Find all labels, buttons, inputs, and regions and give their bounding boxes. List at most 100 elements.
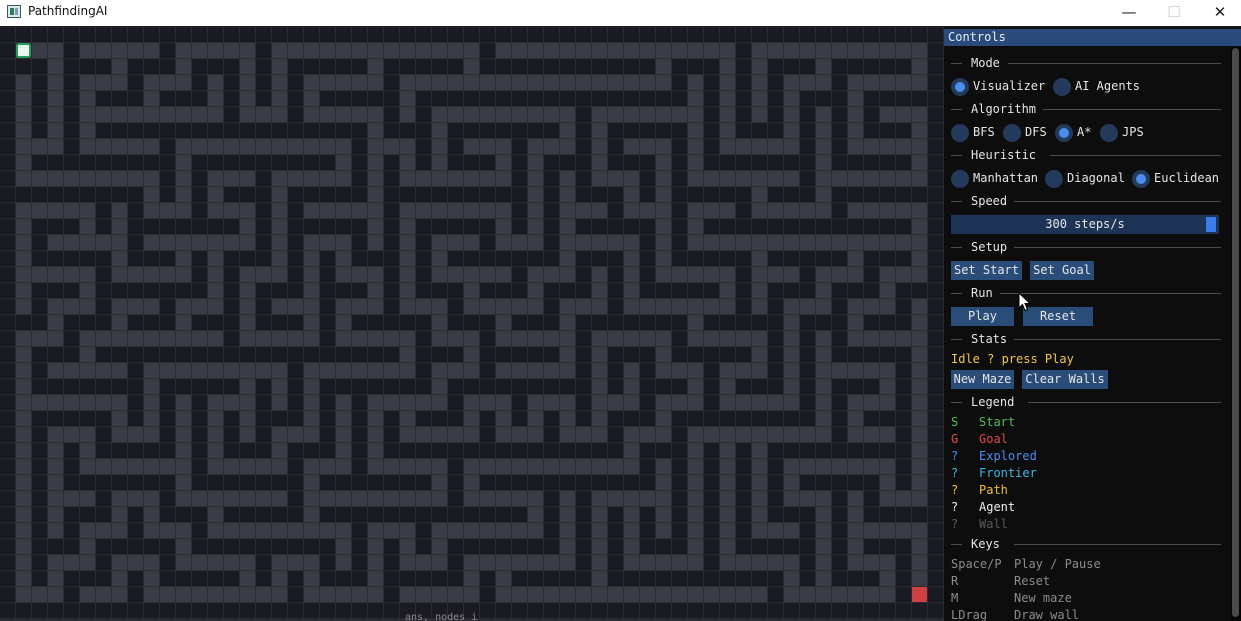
floor-cell[interactable] — [784, 427, 799, 442]
wall-cell[interactable] — [352, 459, 367, 474]
wall-cell[interactable] — [416, 347, 431, 362]
wall-cell[interactable] — [32, 219, 47, 234]
wall-cell[interactable] — [128, 91, 143, 106]
wall-cell[interactable] — [160, 251, 175, 266]
floor-cell[interactable] — [688, 219, 703, 234]
wall-cell[interactable] — [224, 315, 239, 330]
floor-cell[interactable] — [624, 283, 639, 298]
wall-cell[interactable] — [656, 379, 671, 394]
wall-cell[interactable] — [576, 395, 591, 410]
floor-cell[interactable] — [432, 139, 447, 154]
wall-cell[interactable] — [736, 283, 751, 298]
floor-cell[interactable] — [176, 459, 191, 474]
floor-cell[interactable] — [192, 587, 207, 602]
wall-cell[interactable] — [768, 155, 783, 170]
wall-cell[interactable] — [496, 443, 511, 458]
floor-cell[interactable] — [112, 219, 127, 234]
wall-cell[interactable] — [288, 123, 303, 138]
wall-cell[interactable] — [480, 443, 495, 458]
floor-cell[interactable] — [624, 443, 639, 458]
floor-cell[interactable] — [896, 203, 911, 218]
floor-cell[interactable] — [48, 59, 63, 74]
wall-cell[interactable] — [0, 235, 15, 250]
wall-cell[interactable] — [480, 219, 495, 234]
floor-cell[interactable] — [16, 283, 31, 298]
wall-cell[interactable] — [464, 187, 479, 202]
floor-cell[interactable] — [848, 75, 863, 90]
floor-cell[interactable] — [288, 171, 303, 186]
floor-cell[interactable] — [64, 395, 79, 410]
wall-cell[interactable] — [160, 315, 175, 330]
floor-cell[interactable] — [336, 171, 351, 186]
wall-cell[interactable] — [160, 59, 175, 74]
wall-cell[interactable] — [768, 59, 783, 74]
floor-cell[interactable] — [192, 235, 207, 250]
floor-cell[interactable] — [512, 235, 527, 250]
floor-cell[interactable] — [48, 91, 63, 106]
floor-cell[interactable] — [16, 539, 31, 554]
floor-cell[interactable] — [448, 331, 463, 346]
wall-cell[interactable] — [896, 443, 911, 458]
floor-cell[interactable] — [112, 363, 127, 378]
floor-cell[interactable] — [848, 411, 863, 426]
floor-cell[interactable] — [912, 523, 927, 538]
floor-cell[interactable] — [672, 43, 687, 58]
floor-cell[interactable] — [144, 91, 159, 106]
wall-cell[interactable] — [32, 459, 47, 474]
floor-cell[interactable] — [144, 587, 159, 602]
floor-cell[interactable] — [416, 427, 431, 442]
wall-cell[interactable] — [448, 571, 463, 586]
wall-cell[interactable] — [752, 155, 767, 170]
wall-cell[interactable] — [640, 235, 655, 250]
floor-cell[interactable] — [48, 459, 63, 474]
floor-cell[interactable] — [336, 587, 351, 602]
floor-cell[interactable] — [48, 395, 63, 410]
wall-cell[interactable] — [768, 491, 783, 506]
wall-cell[interactable] — [144, 251, 159, 266]
floor-cell[interactable] — [368, 395, 383, 410]
wall-cell[interactable] — [880, 315, 895, 330]
wall-cell[interactable] — [288, 107, 303, 122]
floor-cell[interactable] — [272, 443, 287, 458]
floor-cell[interactable] — [352, 587, 367, 602]
floor-cell[interactable] — [720, 139, 735, 154]
wall-cell[interactable] — [800, 475, 815, 490]
wall-cell[interactable] — [624, 91, 639, 106]
wall-cell[interactable] — [800, 395, 815, 410]
floor-cell[interactable] — [656, 491, 671, 506]
wall-cell[interactable] — [352, 315, 367, 330]
floor-cell[interactable] — [560, 139, 575, 154]
wall-cell[interactable] — [0, 347, 15, 362]
wall-cell[interactable] — [448, 475, 463, 490]
floor-cell[interactable] — [640, 107, 655, 122]
wall-cell[interactable] — [272, 475, 287, 490]
wall-cell[interactable] — [752, 539, 767, 554]
wall-cell[interactable] — [768, 107, 783, 122]
wall-cell[interactable] — [0, 395, 15, 410]
floor-cell[interactable] — [464, 331, 479, 346]
floor-cell[interactable] — [672, 107, 687, 122]
wall-cell[interactable] — [896, 459, 911, 474]
floor-cell[interactable] — [240, 203, 255, 218]
wall-cell[interactable] — [448, 347, 463, 362]
wall-cell[interactable] — [496, 123, 511, 138]
wall-cell[interactable] — [544, 315, 559, 330]
floor-cell[interactable] — [528, 75, 543, 90]
floor-cell[interactable] — [272, 571, 287, 586]
wall-cell[interactable] — [192, 283, 207, 298]
wall-cell[interactable] — [512, 347, 527, 362]
wall-cell[interactable] — [432, 283, 447, 298]
floor-cell[interactable] — [912, 107, 927, 122]
floor-cell[interactable] — [864, 395, 879, 410]
wall-cell[interactable] — [800, 315, 815, 330]
floor-cell[interactable] — [624, 459, 639, 474]
floor-cell[interactable] — [144, 139, 159, 154]
wall-cell[interactable] — [448, 187, 463, 202]
floor-cell[interactable] — [528, 507, 543, 522]
floor-cell[interactable] — [624, 203, 639, 218]
floor-cell[interactable] — [656, 555, 671, 570]
floor-cell[interactable] — [384, 459, 399, 474]
floor-cell[interactable] — [144, 299, 159, 314]
floor-cell[interactable] — [432, 107, 447, 122]
floor-cell[interactable] — [560, 315, 575, 330]
